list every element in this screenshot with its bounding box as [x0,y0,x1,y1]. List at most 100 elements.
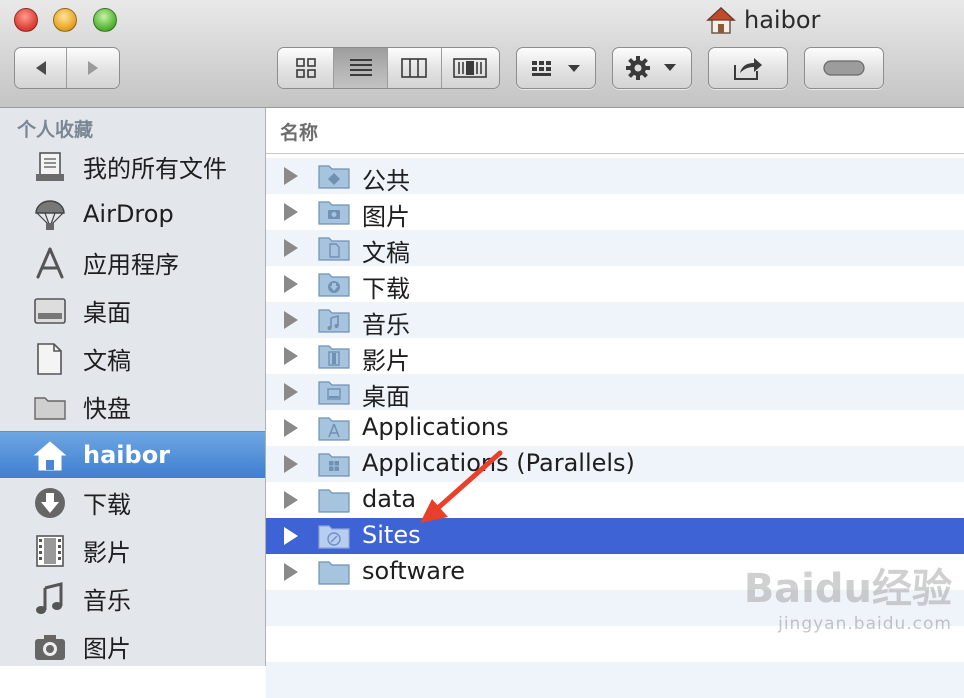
downloads-folder-icon [318,273,350,297]
toolbar-toggle-button[interactable] [804,47,884,89]
applications-folder-icon [318,417,350,441]
sidebar-item-label: 快盘 [83,394,131,423]
desktop-icon [32,293,68,329]
toggle-pill-icon [823,60,865,76]
annotation-arrow-icon [420,450,503,523]
music-folder-icon [318,309,350,333]
sidebar-item-kuaipan[interactable]: 快盘 [0,383,265,429]
forward-button[interactable] [67,48,119,88]
zoom-window-button[interactable] [93,8,117,32]
sidebar-item-airdrop[interactable]: AirDrop [0,191,265,237]
sidebar: 个人收藏 我的所有文件 AirDrop 应用程序 桌面 文稿 快盘 haibor… [0,108,266,666]
arrange-icon [532,61,580,76]
back-arrow-icon [35,61,46,75]
action-menu-button[interactable] [612,47,692,89]
disclosure-triangle-icon[interactable] [284,275,298,293]
file-name: 图片 [362,203,410,231]
sidebar-item-label: 我的所有文件 [83,154,227,183]
sidebar-item-documents[interactable]: 文稿 [0,335,265,381]
share-button[interactable] [708,47,788,89]
disclosure-triangle-icon[interactable] [284,419,298,437]
sidebar-header-favorites: 个人收藏 [17,119,94,141]
file-name: 下载 [362,275,410,303]
disclosure-triangle-icon[interactable] [284,167,298,185]
sidebar-item-label: 下载 [83,490,131,519]
disclosure-triangle-icon[interactable] [284,563,298,581]
sidebar-item-home[interactable]: haibor [0,431,265,478]
file-row-applications[interactable]: Applications [266,410,964,446]
documents-icon [32,341,68,377]
file-name: software [362,557,466,585]
sidebar-item-label: haibor [83,441,171,469]
disclosure-triangle-icon[interactable] [284,491,298,509]
forward-arrow-icon [88,61,98,75]
view-mode-control [277,47,500,89]
downloads-icon [32,485,68,521]
sidebar-item-applications[interactable]: 应用程序 [0,239,265,285]
sidebar-item-downloads[interactable]: 下载 [0,479,265,525]
sidebar-item-label: AirDrop [83,200,174,228]
file-name: 公共 [362,167,410,195]
disclosure-triangle-icon[interactable] [284,347,298,365]
file-row-downloads[interactable]: 下载 [266,266,964,303]
movies-folder-icon [318,345,350,369]
file-row-movies[interactable]: 影片 [266,338,964,375]
disclosure-triangle-icon[interactable] [284,527,298,545]
file-row-documents[interactable]: 文稿 [266,230,964,267]
camera-icon [32,629,68,665]
window-toolbar: haibor [0,0,964,108]
file-name: data [362,485,417,513]
watermark-brand: Baidu经验 [743,566,952,612]
list-icon [349,59,372,76]
file-row-public[interactable]: 公共 [266,158,964,195]
sidebar-item-label: 影片 [83,538,131,567]
arrange-menu-button[interactable] [516,47,596,89]
disclosure-triangle-icon[interactable] [284,239,298,257]
icon-view-button[interactable] [278,48,335,88]
sidebar-item-music[interactable]: 音乐 [0,575,265,621]
share-icon [734,58,762,80]
music-icon [32,581,68,617]
close-window-button[interactable] [14,8,38,32]
file-row-desktop[interactable]: 桌面 [266,374,964,411]
desktop-folder-icon [318,381,350,405]
disclosure-triangle-icon[interactable] [284,455,298,473]
windows-folder-icon [318,453,350,477]
file-name: Applications [362,413,509,441]
column-view-button[interactable] [388,48,442,88]
all-files-icon [32,149,68,185]
coverflow-icon [453,58,488,78]
file-name: 桌面 [362,383,410,411]
sites-folder-icon [318,525,350,549]
column-header-label: 名称 [280,122,319,144]
sidebar-item-all-files[interactable]: 我的所有文件 [0,143,265,189]
documents-folder-icon [318,237,350,261]
column-header-name[interactable]: 名称 [266,108,964,154]
disclosure-triangle-icon[interactable] [284,383,298,401]
home-icon [706,6,736,34]
folder-icon [318,489,350,513]
sidebar-item-movies[interactable]: 影片 [0,527,265,573]
sidebar-item-desktop[interactable]: 桌面 [0,287,265,333]
file-row-pictures[interactable]: 图片 [266,194,964,231]
file-row-music[interactable]: 音乐 [266,302,964,339]
disclosure-triangle-icon[interactable] [284,203,298,221]
file-row-data[interactable]: data [266,482,964,518]
file-row-applications-parallels[interactable]: Applications (Parallels) [266,446,964,482]
back-button[interactable] [15,48,67,88]
sidebar-item-label: 文稿 [83,346,131,375]
folder-icon [32,389,68,425]
columns-icon [401,58,428,78]
gear-icon [626,56,676,80]
watermark-url: jingyan.baidu.com [778,614,952,634]
file-row-sites[interactable]: Sites [266,518,964,554]
list-view-button[interactable] [334,48,388,88]
minimize-window-button[interactable] [53,8,77,32]
window-title: haibor [706,4,820,36]
coverflow-view-button[interactable] [441,48,499,88]
sidebar-item-label: 应用程序 [83,250,179,279]
movies-icon [32,533,68,569]
sidebar-item-pictures[interactable]: 图片 [0,623,265,669]
back-forward-control [14,47,120,89]
disclosure-triangle-icon[interactable] [284,311,298,329]
